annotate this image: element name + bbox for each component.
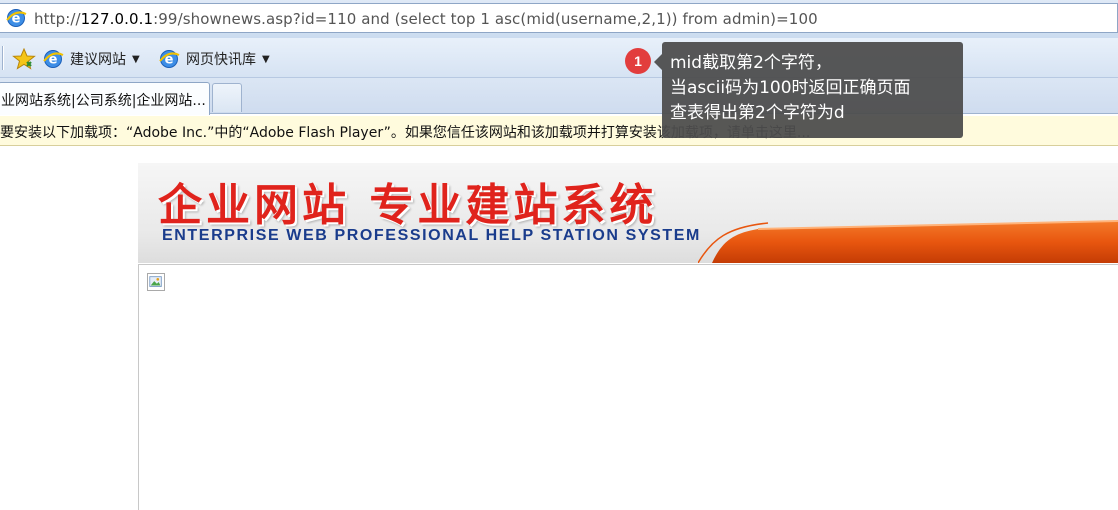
url-host: 127.0.0.1 [80, 10, 154, 28]
callout-line: 当ascii码为100时返回正确页面 [670, 78, 911, 98]
favorites-item-label: 网页快讯库 [186, 52, 256, 68]
address-bar-area: e http://127.0.0.1:99/shownews.asp?id=11… [0, 0, 1118, 38]
ie-icon: e [159, 50, 180, 68]
site-banner: 企业网站 专业建站系统 ENTERPRISE WEB PROFESSIONAL … [138, 163, 1118, 263]
callout-line: mid截取第2个字符， [670, 53, 832, 73]
ie-icon: e [6, 9, 27, 27]
favorites-item-suggested-sites[interactable]: e 建议网站 ▼ [42, 48, 140, 70]
step-badge: 1 [625, 48, 651, 74]
banner-swoosh-decoration [698, 220, 1118, 263]
new-tab-button[interactable] [212, 83, 242, 112]
tab-active-page[interactable]: 业网站系统|公司系统|企业网站... [0, 82, 210, 115]
favorites-item-label: 建议网站 [70, 52, 126, 68]
address-bar[interactable]: e http://127.0.0.1:99/shownews.asp?id=11… [0, 3, 1118, 33]
annotation-callout: mid截取第2个字符， 当ascii码为100时返回正确页面 查表得出第2个字符… [662, 42, 963, 138]
chevron-down-icon: ▼ [132, 53, 140, 65]
broken-image-icon [147, 273, 165, 291]
callout-line: 查表得出第2个字符为d [670, 103, 845, 123]
browser-window: e http://127.0.0.1:99/shownews.asp?id=11… [0, 0, 1118, 510]
favorites-item-web-slice-gallery[interactable]: e 网页快讯库 ▼ [158, 48, 270, 70]
url-text[interactable]: http://127.0.0.1:99/shownews.asp?id=110 … [34, 10, 818, 28]
star-icon[interactable] [12, 48, 36, 70]
chevron-down-icon: ▼ [262, 53, 270, 65]
page-content: 企业网站 专业建站系统 ENTERPRISE WEB PROFESSIONAL … [0, 147, 1118, 510]
toolbar-grip[interactable] [2, 46, 4, 70]
url-protocol: http:// [34, 10, 81, 28]
url-path: :99/shownews.asp?id=110 and (select top … [153, 10, 818, 28]
banner-subtitle: ENTERPRISE WEB PROFESSIONAL HELP STATION… [162, 227, 701, 244]
banner-title: 企业网站 专业建站系统 [158, 180, 658, 231]
callout-pointer [654, 54, 662, 70]
content-frame [138, 264, 1118, 510]
ie-icon: e [43, 50, 64, 68]
